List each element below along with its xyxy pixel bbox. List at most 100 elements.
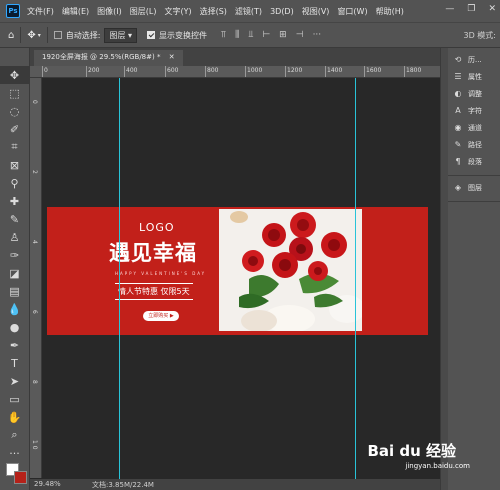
zoom-tool-icon[interactable]: ⌕ <box>0 426 29 444</box>
align-right-icon[interactable]: ⊣ <box>296 30 304 40</box>
properties-icon: ☰ <box>454 72 462 81</box>
roses-photo <box>219 209 362 331</box>
panel-properties[interactable]: ☰ 属性 <box>448 68 500 85</box>
move-tool-icon[interactable]: ✥ <box>27 30 35 41</box>
align-top-icon[interactable]: ⫪ <box>221 30 226 40</box>
panel-label: 字符 <box>468 106 482 115</box>
tools-panel: ✥ ⬚ ◌ ✐ ⌗ ⊠ ⚲ ✚ ✎ ♙ ✑ ◪ ▤ 💧 ● ✒ T ➤ ▭ ✋ … <box>0 48 30 490</box>
panel-paths[interactable]: ✎ 路径 <box>448 136 500 153</box>
ruler-tick-label: 800 <box>204 66 219 77</box>
baidu-watermark-logo: Bai du 经验 <box>367 442 456 460</box>
menu-view[interactable]: 视图(V) <box>302 6 330 17</box>
ruler-tick-label: 4 <box>31 240 38 244</box>
panel-channels[interactable]: ◉ 通道 <box>448 119 500 136</box>
panel-character[interactable]: A 字符 <box>448 102 500 119</box>
menu-help[interactable]: 帮助(H) <box>376 6 404 17</box>
dodge-tool-icon[interactable]: ● <box>0 318 29 336</box>
panel-history[interactable]: ⟲ 历... <box>448 51 500 68</box>
banner-logo-text: LOGO <box>139 221 175 234</box>
horizontal-ruler[interactable]: 0 200 400 600 800 1000 1200 1400 1600 18… <box>30 66 440 78</box>
vertical-ruler[interactable]: 0 2 4 6 8 1 0 <box>30 78 42 478</box>
menu-edit[interactable]: 编辑(E) <box>62 6 89 17</box>
menu-image[interactable]: 图像(I) <box>97 6 122 17</box>
zoom-level[interactable]: 29.48% <box>34 480 61 488</box>
channels-icon: ◉ <box>454 123 462 132</box>
close-icon[interactable]: ✕ <box>488 4 496 14</box>
restore-icon[interactable]: ❐ <box>467 4 475 14</box>
panel-label: 图层 <box>468 183 482 192</box>
history-brush-tool-icon[interactable]: ✑ <box>0 246 29 264</box>
menu-bar: Ps 文件(F) 编辑(E) 图像(I) 图层(L) 文字(Y) 选择(S) 滤… <box>0 0 500 22</box>
auto-select-checkbox[interactable] <box>53 31 62 39</box>
menu-type[interactable]: 文字(Y) <box>164 6 191 17</box>
chevron-down-icon[interactable]: ▾ <box>38 32 41 39</box>
move-tool-icon[interactable]: ✥ <box>0 66 29 84</box>
align-center-icon[interactable]: ⊞ <box>279 30 287 40</box>
hand-tool-icon[interactable]: ✋ <box>0 408 29 426</box>
lasso-tool-icon[interactable]: ◌ <box>0 102 29 120</box>
home-icon[interactable]: ⌂ <box>8 30 14 41</box>
menu-window[interactable]: 窗口(W) <box>337 6 367 17</box>
gradient-tool-icon[interactable]: ▤ <box>0 282 29 300</box>
vertical-guide-left[interactable] <box>119 78 120 482</box>
poster-canvas[interactable]: LOGO 遇见幸福 HAPPY VALENTINE'S DAY 情人节特惠 仅限… <box>47 207 428 335</box>
banner-subtitle: HAPPY VALENTINE'S DAY <box>115 271 207 276</box>
close-tab-icon[interactable]: ✕ <box>169 53 175 61</box>
vertical-guide-right[interactable] <box>355 78 356 482</box>
type-tool-icon[interactable]: T <box>0 354 29 372</box>
frame-tool-icon[interactable]: ⊠ <box>0 156 29 174</box>
document-area: 1920全屏海报 @ 29.5%(RGB/8#) * ✕ 0 200 400 6… <box>30 48 440 490</box>
crop-tool-icon[interactable]: ⌗ <box>0 138 29 156</box>
align-middle-icon[interactable]: ⫼ <box>235 30 239 40</box>
path-select-tool-icon[interactable]: ➤ <box>0 372 29 390</box>
eraser-tool-icon[interactable]: ◪ <box>0 264 29 282</box>
character-icon: A <box>455 106 461 115</box>
minimize-icon[interactable]: — <box>445 4 454 14</box>
align-buttons: ⫪ ⫼ ⫫ ⊢ ⊞ ⊣ ··· <box>221 30 321 40</box>
paragraph-icon: ¶ <box>455 157 461 166</box>
menu-3d[interactable]: 3D(D) <box>270 7 294 16</box>
ruler-tick-label: 400 <box>123 66 138 77</box>
clone-stamp-tool-icon[interactable]: ♙ <box>0 228 29 246</box>
ruler-tick-label: 1400 <box>324 66 343 77</box>
menu-filter[interactable]: 滤镜(T) <box>235 6 262 17</box>
color-swatches[interactable] <box>6 463 28 485</box>
menu-layer[interactable]: 图层(L) <box>130 6 157 17</box>
banner-offer: 情人节特惠 仅限5天 <box>115 283 193 300</box>
panel-group-layers: ◈ 图层 <box>448 176 500 202</box>
background-color-swatch[interactable] <box>14 471 27 484</box>
panel-layers[interactable]: ◈ 图层 <box>448 179 500 196</box>
blur-tool-icon[interactable]: 💧 <box>0 300 29 318</box>
photoshop-logo[interactable]: Ps <box>6 4 20 18</box>
show-transform-checkbox[interactable] <box>147 31 156 39</box>
pen-tool-icon[interactable]: ✒ <box>0 336 29 354</box>
menu-select[interactable]: 选择(S) <box>200 6 227 17</box>
edit-toolbar-icon[interactable]: ··· <box>0 444 29 462</box>
panel-paragraph[interactable]: ¶ 段落 <box>448 153 500 170</box>
panel-collapse-strip[interactable] <box>440 48 448 490</box>
ruler-tick-label: 6 <box>31 310 38 314</box>
more-options-button[interactable]: ··· <box>313 30 322 40</box>
document-tab[interactable]: 1920全屏海报 @ 29.5%(RGB/8#) * ✕ <box>34 50 183 66</box>
menu-file[interactable]: 文件(F) <box>27 6 54 17</box>
quick-select-tool-icon[interactable]: ✐ <box>0 120 29 138</box>
auto-select-target-select[interactable]: 图层 ▾ <box>104 27 138 43</box>
eyedropper-tool-icon[interactable]: ⚲ <box>0 174 29 192</box>
rectangle-tool-icon[interactable]: ▭ <box>0 390 29 408</box>
ruler-tick-label: 1600 <box>363 66 382 77</box>
show-transform-label: 显示变换控件 <box>159 30 208 40</box>
panel-adjustments[interactable]: ◐ 调整 <box>448 85 500 102</box>
panel-label: 路径 <box>468 140 482 149</box>
ruler-tick-label: 2 <box>31 170 38 174</box>
window-controls: — ❐ ✕ <box>445 4 496 14</box>
healing-brush-tool-icon[interactable]: ✚ <box>0 192 29 210</box>
separator <box>20 27 22 43</box>
brush-tool-icon[interactable]: ✎ <box>0 210 29 228</box>
align-left-icon[interactable]: ⊢ <box>262 30 270 40</box>
ruler-tick-label: 1000 <box>244 66 263 77</box>
ruler-tick-label: 0 <box>31 100 38 104</box>
layers-icon: ◈ <box>454 183 462 192</box>
align-bottom-icon[interactable]: ⫫ <box>248 30 253 40</box>
marquee-tool-icon[interactable]: ⬚ <box>0 84 29 102</box>
ruler-tick-label: 1800 <box>403 66 422 77</box>
